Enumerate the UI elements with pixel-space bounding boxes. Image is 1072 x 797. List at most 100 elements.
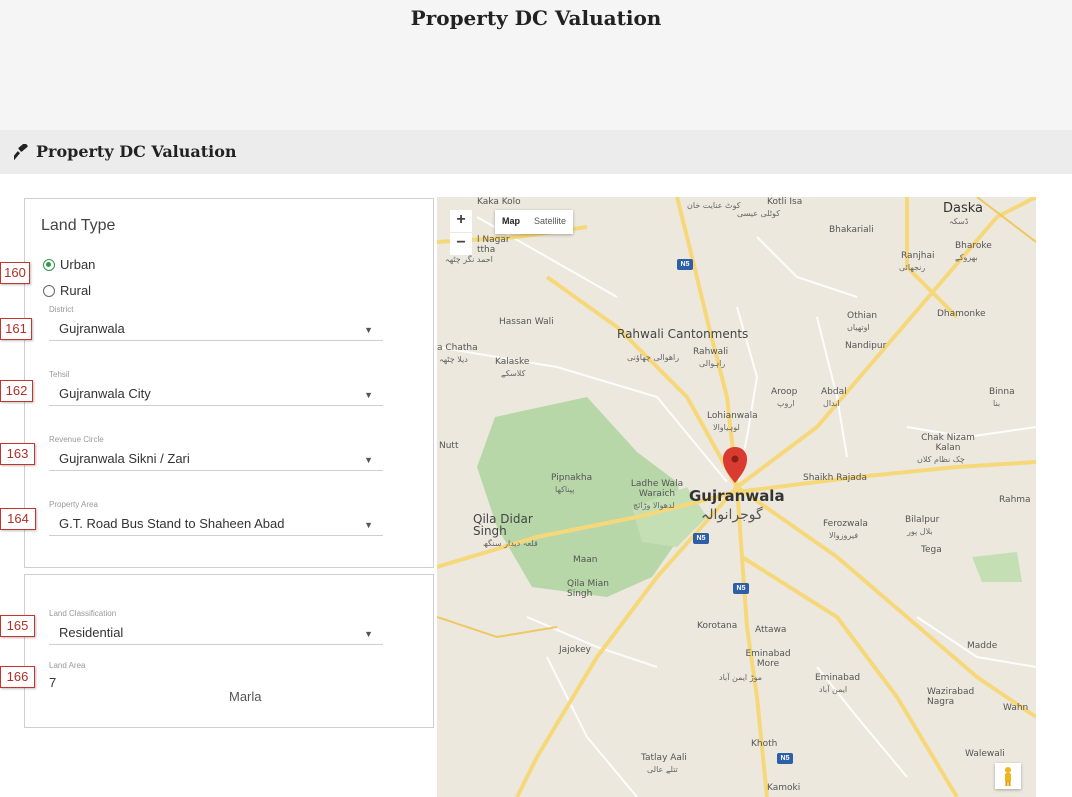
map-label: Bilalpur [905, 515, 940, 525]
map-label: Attawa [755, 625, 787, 635]
radio-unchecked-icon [43, 285, 55, 297]
map-label: Jajokey [559, 645, 591, 655]
map-label: Bhakariali [829, 225, 874, 235]
map-label-urdu: فیروزوالا [829, 531, 859, 540]
map-label: Shaikh Rajada [803, 473, 868, 483]
map-label: Madde [967, 641, 998, 651]
map-label-urdu: ایمن آباد [819, 685, 848, 694]
district-label: District [49, 305, 74, 314]
caret-down-icon: ▼ [364, 325, 373, 335]
map-label-urdu: قلعہ دیدار سنگھ [483, 539, 538, 548]
land-classification-value: Residential [59, 625, 124, 640]
map-label-city: Gujranwala [689, 487, 785, 505]
land-classification-field: Land Classification Residential ▼ [49, 609, 383, 645]
map-label: Kamoki [767, 783, 801, 793]
map-label: Kalaske [495, 357, 530, 367]
annotation-tag: 164 [0, 508, 36, 530]
map-label: a Chatha [437, 343, 478, 353]
map-label-urdu: پپناکھا [555, 485, 575, 494]
map-label-urdu: لوہیاوالا [713, 423, 740, 432]
radio-rural-label: Rural [60, 283, 92, 298]
annotation-tag: 161 [0, 318, 32, 340]
map-label: Eminabad More [745, 649, 791, 669]
land-classification-label: Land Classification [49, 609, 117, 618]
map-view[interactable]: N5 N5 N5 N5 Kaka Kolo کوٹ عنایت خان Kotl… [437, 197, 1036, 797]
map-label-urdu: کلاسکے [501, 369, 526, 378]
map-label: Tatlay Aali [641, 753, 687, 763]
map-label: Maan [573, 555, 598, 565]
map-label: Walewali [965, 749, 1005, 759]
pegman-icon[interactable] [995, 763, 1021, 789]
map-label-urdu: اوتھیاں [847, 323, 870, 332]
annotation-tag: 165 [0, 615, 35, 637]
map-label-urdu: کوٹ عنایت خان [687, 201, 741, 210]
land-classification-select[interactable]: Residential ▼ [49, 621, 383, 645]
property-area-field: Property Area G.T. Road Bus Stand to Sha… [49, 500, 383, 536]
map-label: Qila Didar Singh [473, 512, 533, 538]
map-label-urdu: بھروکے [955, 253, 978, 262]
caret-down-icon: ▼ [364, 629, 373, 639]
marker-dot [731, 455, 739, 463]
section-title: Property DC Valuation [36, 142, 237, 161]
map-label: Ladhe Wala Waraich [630, 479, 684, 499]
revenue-circle-select[interactable]: Gujranwala Sikni / Zari ▼ [49, 447, 383, 471]
map-label: Rahwali Cantonments [617, 327, 749, 341]
district-select[interactable]: Gujranwala ▼ [49, 317, 383, 341]
map-label-urdu: موڑ ایمن آباد [719, 673, 762, 682]
map-label: Othian [847, 311, 878, 321]
annotation-tag: 163 [0, 443, 35, 465]
map-label-urdu: دیلا چٹھہ [439, 355, 468, 364]
map-label-urdu: چک نظام کلاں [917, 455, 965, 464]
map-label: Eminabad [815, 673, 861, 683]
map-label: Nutt [439, 441, 459, 451]
zoom-in-button[interactable]: + [450, 210, 472, 232]
map-label: Wahn [1003, 703, 1029, 713]
annotation-tag: 166 [0, 666, 35, 688]
map-label-urdu: احمد نگر چٹھہ [445, 255, 493, 264]
map-label: Nandipur [845, 341, 887, 351]
radio-rural[interactable]: Rural [43, 283, 91, 298]
road-shield-n5: N5 [777, 753, 793, 764]
land-area-input[interactable]: 7 [49, 675, 56, 690]
map-label: Korotana [697, 621, 738, 631]
map-label: Hassan Wali [499, 317, 554, 327]
zoom-out-button[interactable]: − [450, 233, 472, 255]
radio-checked-icon [43, 259, 55, 271]
map-label: Lohianwala [707, 411, 758, 421]
tehsil-field: Tehsil Gujranwala City ▼ [49, 370, 383, 406]
map-type-map-button[interactable]: Map [495, 210, 527, 234]
property-area-label: Property Area [49, 500, 98, 509]
map-label: Wazirabad Nagra [927, 687, 975, 707]
map-label: Ferozwala [823, 519, 868, 529]
property-area-select[interactable]: G.T. Road Bus Stand to Shaheen Abad ▼ [49, 512, 383, 536]
map-label-urdu: کوٹلی عیسی [737, 209, 781, 218]
district-field: District Gujranwala ▼ [49, 305, 383, 341]
annotation-tag: 160 [0, 262, 30, 284]
map-label: Aroop [771, 387, 798, 397]
map-label-urdu: اروپ [777, 399, 795, 408]
tehsil-select[interactable]: Gujranwala City ▼ [49, 382, 383, 406]
map-label-urdu: بنا [993, 399, 1001, 408]
map-label: Rahwali [693, 347, 729, 357]
district-value: Gujranwala [59, 321, 125, 336]
revenue-circle-value: Gujranwala Sikni / Zari [59, 451, 190, 466]
map-type-toggle: Map Satellite [495, 210, 574, 234]
road-shield-n5: N5 [733, 583, 749, 594]
caret-down-icon: ▼ [364, 520, 373, 530]
map-label-urdu: راھوالی چھاؤنی [627, 353, 680, 362]
caret-down-icon: ▼ [364, 390, 373, 400]
map-marker-icon[interactable] [723, 447, 747, 483]
map-label: Ranjhai [901, 251, 935, 261]
property-area-value: G.T. Road Bus Stand to Shaheen Abad [59, 516, 285, 531]
map-label: l Nagar [477, 235, 510, 245]
map-label: Abdal [821, 387, 847, 397]
map-label-urdu: تتلے عالی [647, 765, 678, 774]
park-area [972, 552, 1022, 582]
map-label: Khoth [751, 739, 778, 749]
revenue-circle-field: Revenue Circle Gujranwala Sikni / Zari ▼ [49, 435, 383, 471]
land-type-card: Land Type Urban Rural District Gujranwal… [24, 198, 434, 568]
radio-urban[interactable]: Urban [43, 257, 95, 272]
map-type-satellite-button[interactable]: Satellite [527, 210, 573, 234]
land-type-heading: Land Type [41, 217, 116, 234]
map-label: Qila Mian Singh [567, 579, 609, 599]
